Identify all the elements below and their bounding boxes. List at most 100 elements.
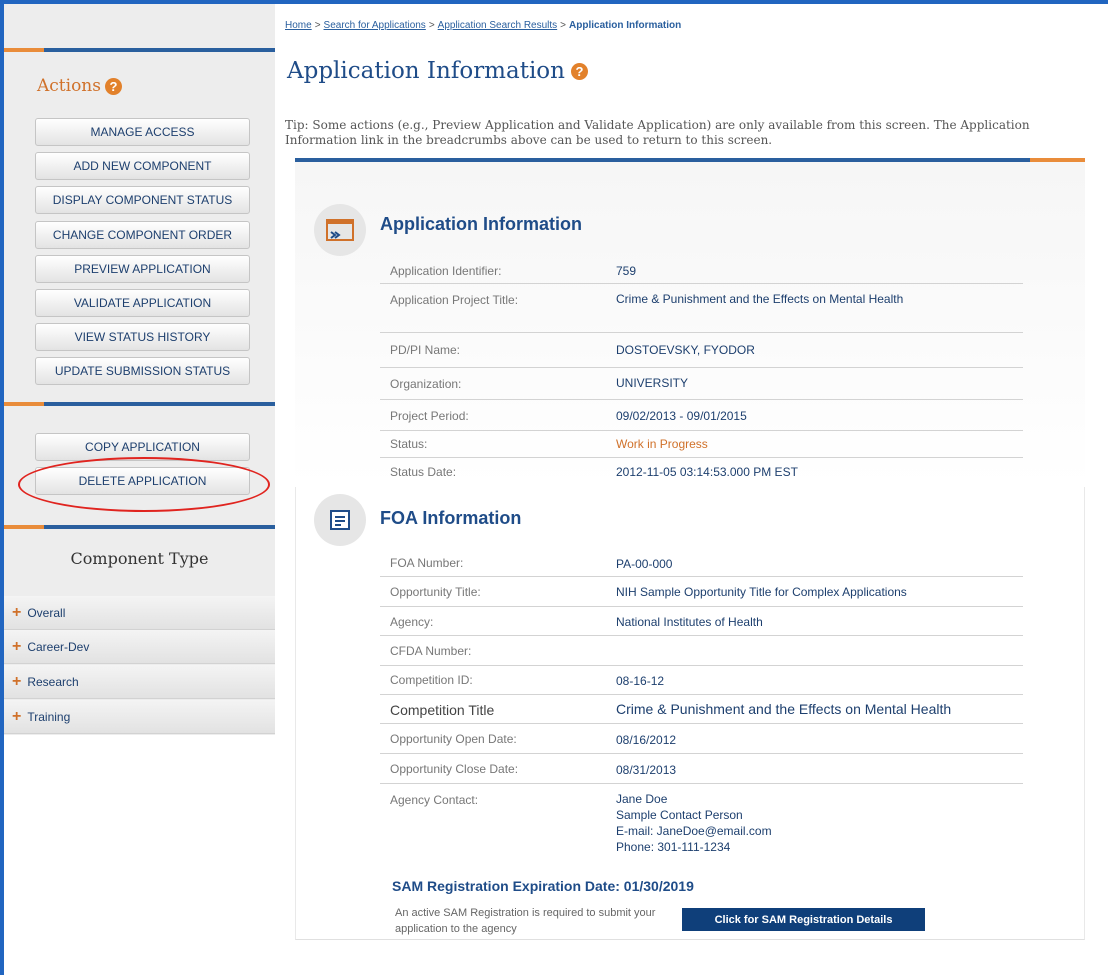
breadcrumb-separator: >	[314, 20, 321, 31]
info-row-status-date: Status Date: 2012-11-05 03:14:53.000 PM …	[380, 458, 1023, 486]
info-value: 08/31/2013	[616, 763, 677, 777]
info-row-pd-pi-name: PD/PI Name: DOSTOEVSKY, FYODOR	[380, 333, 1023, 368]
info-label: Application Identifier:	[390, 264, 502, 278]
info-value: Crime & Punishment and the Effects on Me…	[616, 701, 952, 717]
info-value: 08-16-12	[616, 674, 665, 688]
info-value: National Institutes of Health	[616, 615, 763, 629]
application-information-title: Application Information	[380, 214, 582, 234]
application-window-icon	[314, 204, 366, 256]
sidebar: Actions ? MANAGE ACCESS ADD NEW COMPONEN…	[4, 4, 275, 975]
info-label: Project Period:	[390, 409, 469, 423]
component-type-label: Research	[27, 674, 79, 689]
info-value: Crime & Punishment and the Effects on Me…	[616, 292, 904, 306]
component-type-label: Training	[27, 709, 71, 724]
info-value: 08/16/2012	[616, 733, 677, 747]
sidebar-divider	[4, 48, 275, 52]
component-type-career-dev[interactable]: + Career-Dev	[4, 630, 275, 664]
agency-contact-details: Jane Doe Sample Contact Person E-mail: J…	[616, 791, 772, 855]
status-value: Work in Progress	[616, 437, 708, 451]
plus-icon: +	[12, 603, 22, 621]
info-label: FOA Number:	[390, 556, 464, 570]
actions-heading: Actions ?	[37, 76, 122, 96]
breadcrumb: Home > Search for Applications > Application…	[285, 20, 681, 31]
info-row-project-period: Project Period: 09/02/2013 - 09/01/2015	[380, 400, 1023, 431]
info-row-organization: Organization: UNIVERSITY	[380, 368, 1023, 400]
page-title-row: Application Information ?	[287, 58, 588, 84]
contact-role: Sample Contact Person	[616, 808, 743, 822]
view-status-history-button[interactable]: VIEW STATUS HISTORY	[35, 323, 250, 351]
info-row-application-project-title: Application Project Title: Crime & Punis…	[380, 284, 1023, 333]
plus-icon: +	[12, 672, 22, 690]
info-row-status: Status: Work in Progress	[380, 431, 1023, 458]
component-type-title: Component Type	[70, 549, 209, 568]
update-submission-status-button[interactable]: UPDATE SUBMISSION STATUS	[35, 357, 250, 385]
info-label: Status Date:	[390, 465, 457, 479]
add-new-component-button[interactable]: ADD NEW COMPONENT	[35, 152, 250, 180]
info-value: 759	[616, 264, 637, 278]
breadcrumb-home[interactable]: Home	[285, 20, 312, 31]
info-label: Organization:	[390, 377, 462, 391]
page-title: Application Information	[287, 58, 565, 84]
info-row-application-identifier: Application Identifier: 759	[380, 259, 1023, 284]
info-value: 09/02/2013 - 09/01/2015	[616, 409, 747, 423]
document-list-icon	[314, 494, 366, 546]
info-label: CFDA Number:	[390, 644, 472, 658]
info-label: Competition ID:	[390, 673, 473, 687]
sam-registration-expiration: SAM Registration Expiration Date: 01/30/…	[392, 878, 694, 894]
info-label: Opportunity Close Date:	[390, 762, 519, 776]
component-type-research[interactable]: + Research	[4, 665, 275, 699]
info-row-opportunity-close-date: Opportunity Close Date: 08/31/2013	[380, 754, 1023, 784]
contact-email: E-mail: JaneDoe@email.com	[616, 824, 772, 838]
sidebar-divider	[4, 402, 275, 406]
sam-registration-note: An active SAM Registration is required t…	[395, 907, 656, 935]
info-value: UNIVERSITY	[616, 376, 689, 390]
info-row-competition-id: Competition ID: 08-16-12	[380, 666, 1023, 695]
foa-information-title: FOA Information	[380, 508, 522, 528]
info-label: Competition Title	[390, 702, 495, 718]
info-row-cfda-number: CFDA Number:	[380, 636, 1023, 666]
page-help-icon[interactable]: ?	[570, 62, 588, 80]
breadcrumb-search-for-applications[interactable]: Search for Applications	[324, 20, 426, 31]
info-row-opportunity-open-date: Opportunity Open Date: 08/16/2012	[380, 724, 1023, 754]
manage-access-button[interactable]: MANAGE ACCESS	[35, 118, 250, 146]
info-label: Opportunity Title:	[390, 585, 481, 599]
delete-highlight-circle	[18, 457, 270, 512]
info-row-agency: Agency: National Institutes of Health	[380, 607, 1023, 636]
info-row-agency-contact: Agency Contact: Jane Doe Sample Contact …	[380, 784, 1023, 868]
sidebar-divider	[4, 525, 275, 529]
info-value: NIH Sample Opportunity Title for Complex…	[616, 585, 907, 599]
info-value: DOSTOEVSKY, FYODOR	[616, 343, 755, 357]
card-divider	[295, 158, 1085, 162]
actions-help-icon[interactable]: ?	[104, 77, 122, 95]
info-label: Application Project Title:	[390, 293, 519, 307]
info-label: Opportunity Open Date:	[390, 732, 517, 746]
info-label: Agency Contact:	[390, 793, 479, 807]
preview-application-button[interactable]: PREVIEW APPLICATION	[35, 255, 250, 283]
breadcrumb-separator: >	[428, 20, 435, 31]
display-component-status-button[interactable]: DISPLAY COMPONENT STATUS	[35, 186, 250, 214]
actions-title: Actions	[37, 76, 101, 96]
breadcrumb-current: Application Information	[569, 20, 682, 31]
info-row-foa-number: FOA Number: PA-00-000	[380, 550, 1023, 577]
plus-icon: +	[12, 707, 22, 725]
sam-registration-details-button[interactable]: Click for SAM Registration Details	[682, 908, 925, 931]
validate-application-button[interactable]: VALIDATE APPLICATION	[35, 289, 250, 317]
info-value: 2012-11-05 03:14:53.000 PM EST	[616, 465, 798, 479]
change-component-order-button[interactable]: CHANGE COMPONENT ORDER	[35, 221, 250, 249]
tip-text: Tip: Some actions (e.g., Preview Applica…	[285, 118, 1030, 147]
component-type-label: Overall	[27, 605, 66, 620]
component-type-training[interactable]: + Training	[4, 700, 275, 734]
info-row-opportunity-title: Opportunity Title: NIH Sample Opportunit…	[380, 577, 1023, 607]
breadcrumb-application-search-results[interactable]: Application Search Results	[438, 20, 558, 31]
info-label: Status:	[390, 437, 428, 451]
info-value: PA-00-000	[616, 557, 673, 571]
contact-name: Jane Doe	[616, 792, 668, 806]
plus-icon: +	[12, 637, 22, 655]
info-label: PD/PI Name:	[390, 343, 461, 357]
info-row-competition-title: Competition Title Crime & Punishment and…	[380, 695, 1023, 724]
breadcrumb-separator: >	[560, 20, 567, 31]
info-label: Agency:	[390, 615, 434, 629]
component-type-label: Career-Dev	[27, 639, 90, 654]
component-type-overall[interactable]: + Overall	[4, 596, 275, 630]
contact-phone: Phone: 301-111-1234	[616, 840, 731, 854]
